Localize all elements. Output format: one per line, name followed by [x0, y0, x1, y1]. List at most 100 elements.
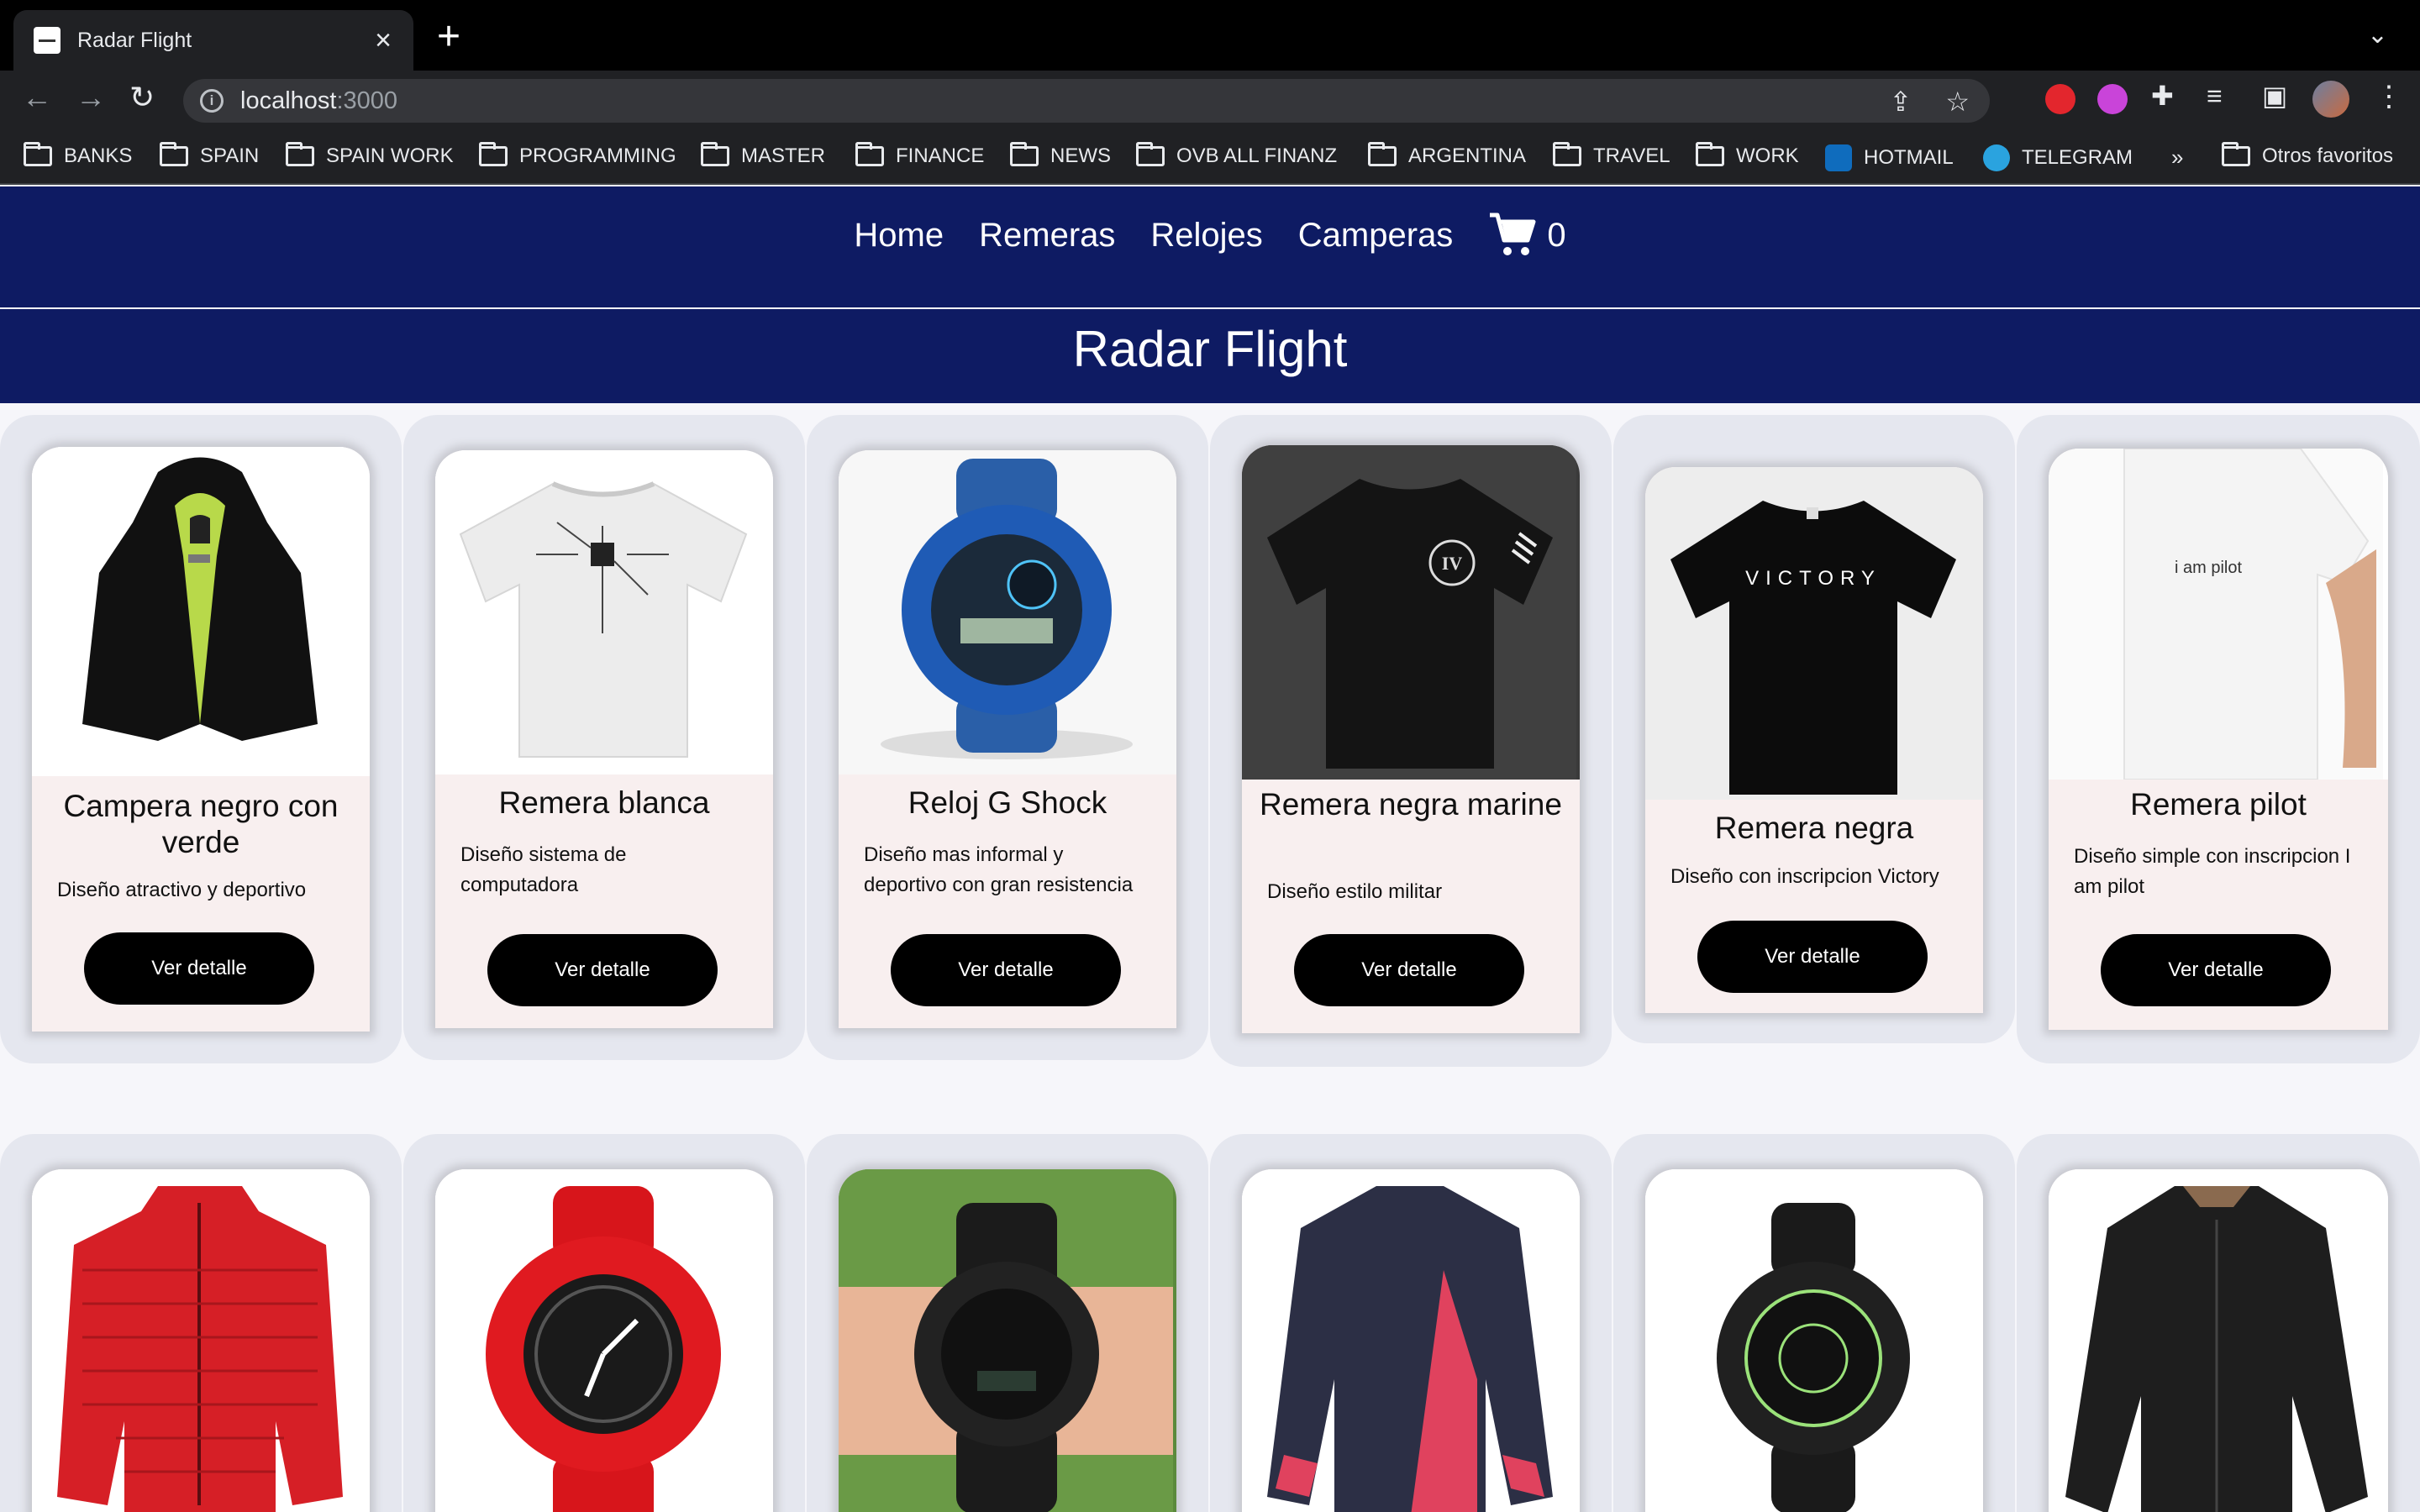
bookmark-spain-work[interactable]: SPAIN WORK	[286, 142, 454, 168]
cart-button[interactable]: 0	[1488, 212, 1566, 259]
product-image	[2049, 1169, 2388, 1512]
black-g-shock-on-wrist-image	[839, 1169, 1173, 1512]
new-tab-icon[interactable]: +	[437, 17, 460, 57]
reload-icon[interactable]: ↻	[129, 82, 155, 113]
nav-links: Home Remeras Relojes Camperas 0	[0, 212, 2420, 259]
product-image	[32, 447, 370, 776]
address-bar[interactable]: i localhost:3000 ⇪ ☆	[183, 79, 1990, 123]
product-title: Remera blanca	[498, 785, 710, 820]
bookmark-news[interactable]: NEWS	[1010, 142, 1111, 168]
folder-icon	[479, 142, 508, 166]
browser-tab[interactable]: Radar Flight ×	[13, 10, 413, 71]
product-card-body	[435, 1169, 773, 1512]
folder-icon	[1010, 142, 1039, 166]
bookmark-programming[interactable]: PROGRAMMING	[479, 142, 676, 168]
shopping-cart-icon	[1490, 213, 1536, 255]
tab-search-chevron-icon[interactable]: ⌄	[2367, 20, 2388, 50]
bookmark-spain[interactable]: SPAIN	[160, 142, 259, 168]
nav-link-camperas[interactable]: Camperas	[1298, 217, 1454, 255]
product-description: Diseño simple con inscripcion I am pilot	[2074, 845, 2351, 898]
product-description: Diseño con inscripcion Victory	[1670, 865, 1939, 888]
product-card-body	[1645, 1169, 1983, 1512]
bookmark-star-icon[interactable]: ☆	[1945, 86, 1970, 118]
site-favicon-icon	[34, 27, 60, 54]
bookmarks-overflow-button[interactable]: »	[2171, 144, 2183, 171]
product-card: Remera blanca Diseño sistema de computad…	[403, 415, 805, 1060]
extension-lr-icon[interactable]	[2097, 84, 2128, 114]
browser-menu-icon[interactable]: ⋮	[2375, 82, 2403, 111]
product-image: i am pilot	[2049, 449, 2388, 780]
black-green-g-shock-watch-image	[1645, 1169, 1980, 1512]
product-image	[32, 1169, 370, 1512]
folder-icon	[286, 142, 314, 166]
back-icon[interactable]: ←	[22, 82, 52, 113]
bookmark-ovb-all-finanz[interactable]: OVB ALL FINANZ	[1136, 142, 1337, 168]
product-title: Remera negra	[1714, 811, 1914, 845]
bookmark-argentina[interactable]: ARGENTINA	[1368, 142, 1526, 168]
folder-icon	[855, 142, 884, 166]
share-icon[interactable]: ⇪	[1890, 86, 1912, 118]
folder-icon	[2222, 142, 2250, 166]
nav-link-home[interactable]: Home	[854, 217, 944, 255]
cart-count: 0	[1547, 216, 1566, 254]
folder-icon	[701, 142, 729, 166]
white-circuit-tshirt-image	[435, 450, 770, 774]
product-image	[1645, 1169, 1983, 1512]
black-green-jacket-image	[32, 447, 366, 776]
product-card	[0, 1134, 402, 1512]
product-title: Remera negra marine	[1260, 787, 1562, 822]
close-tab-icon[interactable]: ×	[375, 26, 392, 55]
bookmark-work[interactable]: WORK	[1696, 142, 1799, 168]
bookmark-travel[interactable]: TRAVEL	[1553, 142, 1670, 168]
navy-red-sport-jacket-image	[1242, 1169, 1576, 1512]
bookmark-telegram[interactable]: TELEGRAM	[1983, 144, 2133, 171]
product-card: IV Remera negra marine Diseño estilo mil…	[1210, 415, 1612, 1067]
product-image	[435, 450, 773, 774]
white-pilot-tshirt-image: i am pilot	[2049, 449, 2383, 780]
ver-detalle-button[interactable]: Ver detalle	[84, 932, 314, 1005]
nav-link-remeras[interactable]: Remeras	[979, 217, 1115, 255]
product-card-body: Reloj G Shock Diseño mas informal y depo…	[839, 450, 1176, 1028]
folder-icon	[1368, 142, 1397, 166]
product-description: Diseño mas informal y deportivo con gran…	[864, 843, 1134, 896]
product-card-body: VICTORY Remera negra Diseño con inscripc…	[1645, 467, 1983, 1013]
ver-detalle-button[interactable]: Ver detalle	[1294, 934, 1524, 1006]
product-card-body	[1242, 1169, 1580, 1512]
product-title: Reloj G Shock	[908, 785, 1107, 820]
profile-avatar[interactable]	[2312, 81, 2349, 118]
telegram-icon	[1983, 144, 2010, 171]
product-card: Reloj G Shock Diseño mas informal y depo…	[807, 415, 1208, 1060]
media-playlist-icon[interactable]: ≡	[2207, 82, 2223, 109]
product-image	[435, 1169, 773, 1512]
bookmark-hotmail[interactable]: HOTMAIL	[1825, 144, 1954, 171]
product-card	[2017, 1134, 2420, 1512]
bookmark-banks[interactable]: BANKS	[24, 142, 132, 168]
bookmark-finance[interactable]: FINANCE	[855, 142, 984, 168]
site-info-icon[interactable]: i	[200, 89, 224, 113]
product-card	[1613, 1134, 2015, 1512]
product-image: IV	[1242, 445, 1580, 780]
nav-link-relojes[interactable]: Relojes	[1150, 217, 1262, 255]
product-card-body	[839, 1169, 1176, 1512]
product-title: Remera pilot	[2130, 787, 2307, 822]
bookmarks-bar: BANKS SPAIN SPAIN WORK PROGRAMMING MASTE…	[0, 131, 2420, 185]
ver-detalle-button[interactable]: Ver detalle	[487, 934, 718, 1006]
product-card	[403, 1134, 805, 1512]
side-panel-icon[interactable]: ▣	[2262, 82, 2287, 109]
ver-detalle-button[interactable]: Ver detalle	[891, 934, 1121, 1006]
victory-print: VICTORY	[1745, 567, 1881, 590]
other-bookmarks[interactable]: Otros favoritos	[2222, 142, 2393, 168]
product-card-body: Remera blanca Diseño sistema de computad…	[435, 450, 773, 1028]
extensions-puzzle-icon[interactable]: ✚	[2151, 82, 2174, 109]
pilot-print: i am pilot	[2175, 559, 2242, 577]
forward-icon[interactable]: →	[76, 82, 106, 113]
red-g-shock-watch-image	[435, 1169, 770, 1512]
extension-adblock-icon[interactable]	[2045, 84, 2075, 114]
bookmark-master[interactable]: MASTER	[701, 142, 825, 168]
folder-icon	[1696, 142, 1724, 166]
product-card-body: Campera negro con verde Diseño atractivo…	[32, 447, 370, 1032]
ver-detalle-button[interactable]: Ver detalle	[1697, 921, 1928, 993]
product-description: Diseño atractivo y deportivo	[57, 879, 307, 901]
product-card: VICTORY Remera negra Diseño con inscripc…	[1613, 415, 2015, 1043]
ver-detalle-button[interactable]: Ver detalle	[2101, 934, 2331, 1006]
